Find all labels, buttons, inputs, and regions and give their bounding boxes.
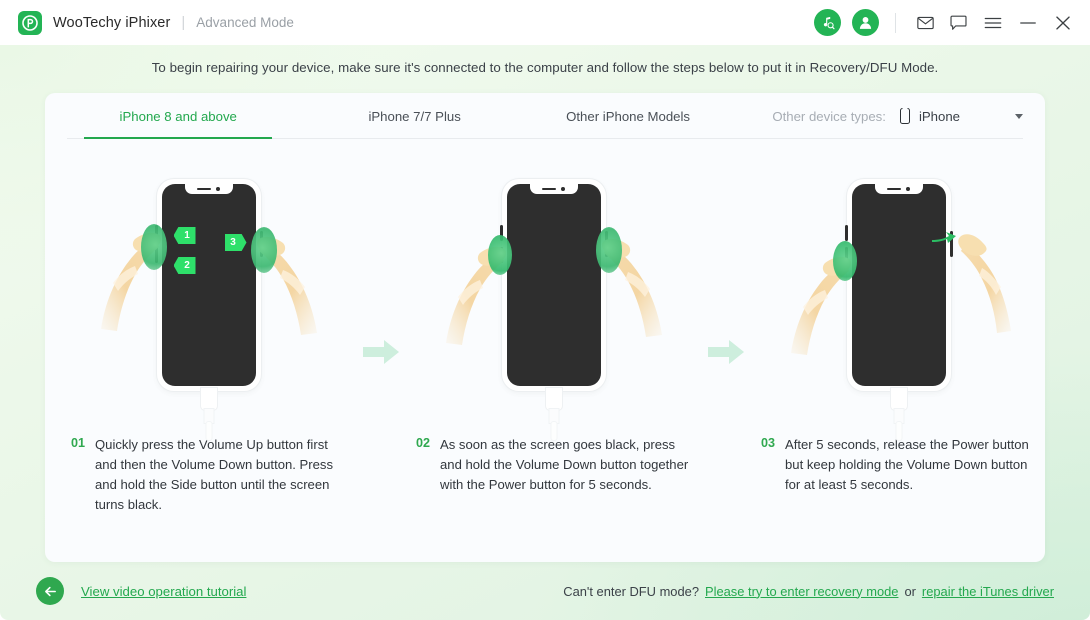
- step-column-3: 03 After 5 seconds, release the Power bu…: [753, 149, 1044, 515]
- iphone-press-volume-up-down-side-buttons: 1 2 3: [63, 149, 354, 440]
- lightning-cable-icon: [890, 388, 908, 440]
- speaker-slot-icon: [542, 187, 556, 191]
- app-window: WooTechy iPhixer | Advanced Mode To begi…: [0, 0, 1090, 620]
- tab-label: iPhone 8 and above: [119, 108, 237, 124]
- minimize-icon[interactable]: [1015, 10, 1041, 36]
- step-arrow-2-3: [699, 149, 753, 515]
- iphone-release-power-keep-volume-down: [753, 149, 1044, 440]
- tab-label: iPhone 7/7 Plus: [368, 108, 461, 124]
- cable-neck: [549, 409, 558, 423]
- dfu-question-text: Can't enter DFU mode?: [563, 583, 699, 599]
- phone-illustration: 1 2 3: [100, 179, 317, 440]
- step-text-2: 02 As soon as the screen goes black, pre…: [408, 435, 699, 495]
- step-number: 03: [761, 436, 776, 450]
- cable-wire: [896, 422, 901, 440]
- iphone-hold-volume-down-and-power: [408, 149, 699, 440]
- press-highlight-power: [595, 227, 622, 273]
- speaker-slot-icon: [197, 187, 211, 191]
- arrow-right-icon: [707, 339, 745, 365]
- cable-connector: [200, 388, 217, 410]
- phone-outline-icon: [899, 108, 910, 124]
- titlebar: WooTechy iPhixer | Advanced Mode: [0, 0, 1090, 45]
- step-column-2: 02 As soon as the screen goes black, pre…: [408, 149, 699, 515]
- instruction-banner: To begin repairing your device, make sur…: [0, 45, 1090, 90]
- phone-screen: [851, 184, 946, 386]
- tab-label: Other iPhone Models: [566, 108, 691, 124]
- step-description: As soon as the screen goes black, press …: [440, 437, 689, 492]
- press-highlight-volume-down: [832, 241, 857, 281]
- step-column-1: 1 2 3 01 Quickly press the Volume Up but…: [63, 149, 354, 515]
- user-account-icon[interactable]: [852, 9, 879, 36]
- cable-connector: [545, 388, 562, 410]
- step-description: After 5 seconds, release the Power butto…: [785, 437, 1029, 492]
- itunes-search-icon[interactable]: [814, 9, 841, 36]
- phone-notch: [874, 184, 923, 194]
- close-icon[interactable]: [1050, 10, 1076, 36]
- cable-neck: [894, 409, 903, 423]
- phone-screen: [161, 184, 256, 386]
- wootechy-p-logo-icon: [18, 10, 42, 35]
- tab-iphone-8-and-above[interactable]: iPhone 8 and above: [84, 93, 273, 139]
- front-camera-icon: [906, 187, 910, 191]
- device-type-label: Other device types:: [772, 108, 886, 124]
- titlebar-controls: [814, 9, 1076, 36]
- front-camera-icon: [216, 187, 220, 191]
- phone-screen: [506, 184, 601, 386]
- step-number: 01: [71, 436, 86, 450]
- back-button[interactable]: [36, 577, 64, 605]
- device-type-value[interactable]: iPhone: [919, 109, 960, 124]
- press-highlight-left: [140, 224, 167, 270]
- titlebar-divider: [895, 12, 896, 33]
- device-type-selector[interactable]: Other device types: iPhone: [772, 93, 1024, 139]
- cable-wire: [551, 422, 556, 440]
- step-text-1: 01 Quickly press the Volume Up button fi…: [63, 435, 354, 515]
- step-description: Quickly press the Volume Up button first…: [95, 437, 334, 512]
- hamburger-menu-icon[interactable]: [980, 10, 1006, 36]
- press-highlight-right: [250, 227, 277, 273]
- conjunction-text: or: [904, 583, 916, 599]
- step-arrow-1-2: [354, 149, 408, 515]
- tab-iphone-7-7-plus[interactable]: iPhone 7/7 Plus: [320, 93, 508, 139]
- hand-right-icon: [949, 219, 1021, 335]
- step-number: 02: [416, 436, 431, 450]
- footer: View video operation tutorial Can't ente…: [0, 562, 1090, 620]
- itunes-driver-link[interactable]: repair the iTunes driver: [922, 584, 1054, 599]
- steps-container: 1 2 3 01 Quickly press the Volume Up but…: [45, 149, 1045, 515]
- phone-illustration: [790, 179, 1011, 440]
- arrow-left-icon: [44, 586, 56, 596]
- chevron-down-icon[interactable]: [1015, 113, 1024, 119]
- recovery-mode-link[interactable]: Please try to enter recovery mode: [705, 584, 898, 599]
- volume-up-button: [844, 225, 848, 241]
- video-tutorial-link[interactable]: View video operation tutorial: [81, 584, 246, 599]
- envelope-icon[interactable]: [912, 10, 938, 36]
- cable-neck: [204, 409, 213, 423]
- cable-wire: [206, 422, 211, 440]
- phone-notch: [529, 184, 578, 194]
- front-camera-icon: [561, 187, 565, 191]
- lightning-cable-icon: [200, 388, 218, 440]
- release-arrow-right-icon: [931, 229, 957, 254]
- instruction-banner-text: To begin repairing your device, make sur…: [151, 60, 939, 75]
- dfu-help-line: Can't enter DFU mode? Please try to ente…: [563, 584, 1054, 599]
- lightning-cable-icon: [545, 388, 563, 440]
- press-highlight-volume-down: [487, 235, 512, 275]
- app-mode-label: Advanced Mode: [196, 15, 294, 30]
- arrow-right-icon: [362, 339, 400, 365]
- step-text-3: 03 After 5 seconds, release the Power bu…: [753, 435, 1044, 495]
- phone-illustration: [445, 179, 662, 440]
- speaker-slot-icon: [887, 187, 901, 191]
- title-separator: |: [181, 14, 186, 31]
- cable-connector: [890, 388, 907, 410]
- main-card: iPhone 8 and above iPhone 7/7 Plus Other…: [45, 93, 1045, 562]
- tab-other-iphone-models[interactable]: Other iPhone Models: [534, 93, 722, 139]
- phone-notch: [184, 184, 233, 194]
- app-title: WooTechy iPhixer: [53, 14, 171, 31]
- chat-bubble-icon[interactable]: [945, 10, 971, 36]
- device-tabs: iPhone 8 and above iPhone 7/7 Plus Other…: [45, 93, 1045, 139]
